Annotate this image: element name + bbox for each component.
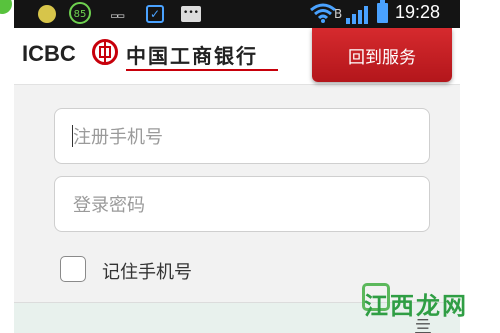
remember-checkbox[interactable]: [60, 256, 86, 282]
app-dot-icon: [38, 5, 56, 23]
phone-screen: 85 ▭▭ ✓ ••• B 19:28 ICBC 中国工商银行 回到服务 注册手…: [14, 0, 460, 333]
status-bar: 85 ▭▭ ✓ ••• B 19:28: [14, 0, 460, 28]
icbc-emblem-icon: [92, 39, 118, 65]
battery-circle-icon: 85: [69, 2, 91, 24]
check-icon: ✓: [146, 5, 164, 23]
app-header: ICBC 中国工商银行 回到服务: [14, 28, 460, 85]
remember-label: 记住手机号: [102, 262, 192, 283]
wifi-icon: [310, 3, 336, 23]
network-type-label: B: [334, 7, 343, 21]
signal-icon: [346, 6, 368, 24]
icbc-logo-text: ICBC: [22, 41, 76, 66]
password-field[interactable]: [54, 176, 430, 233]
battery-icon: [377, 0, 388, 23]
battery-circle-value: 85: [73, 9, 87, 20]
bank-name-underline: [126, 69, 278, 71]
back-to-service-button[interactable]: 回到服务: [312, 28, 452, 82]
phone-input[interactable]: [71, 109, 415, 165]
watermark-text: 江西龙网: [364, 292, 468, 320]
bank-name: 中国工商银行: [126, 44, 258, 68]
message-icon: •••: [181, 6, 201, 22]
green-corner-mark: [0, 0, 12, 14]
left-frame-edge: [0, 0, 14, 333]
keyboard-icon: ▭▭: [111, 9, 125, 22]
phone-field[interactable]: [54, 108, 430, 165]
password-input[interactable]: [71, 177, 415, 233]
status-time: 19:28: [395, 2, 441, 22]
right-frame-edge: [460, 0, 500, 333]
